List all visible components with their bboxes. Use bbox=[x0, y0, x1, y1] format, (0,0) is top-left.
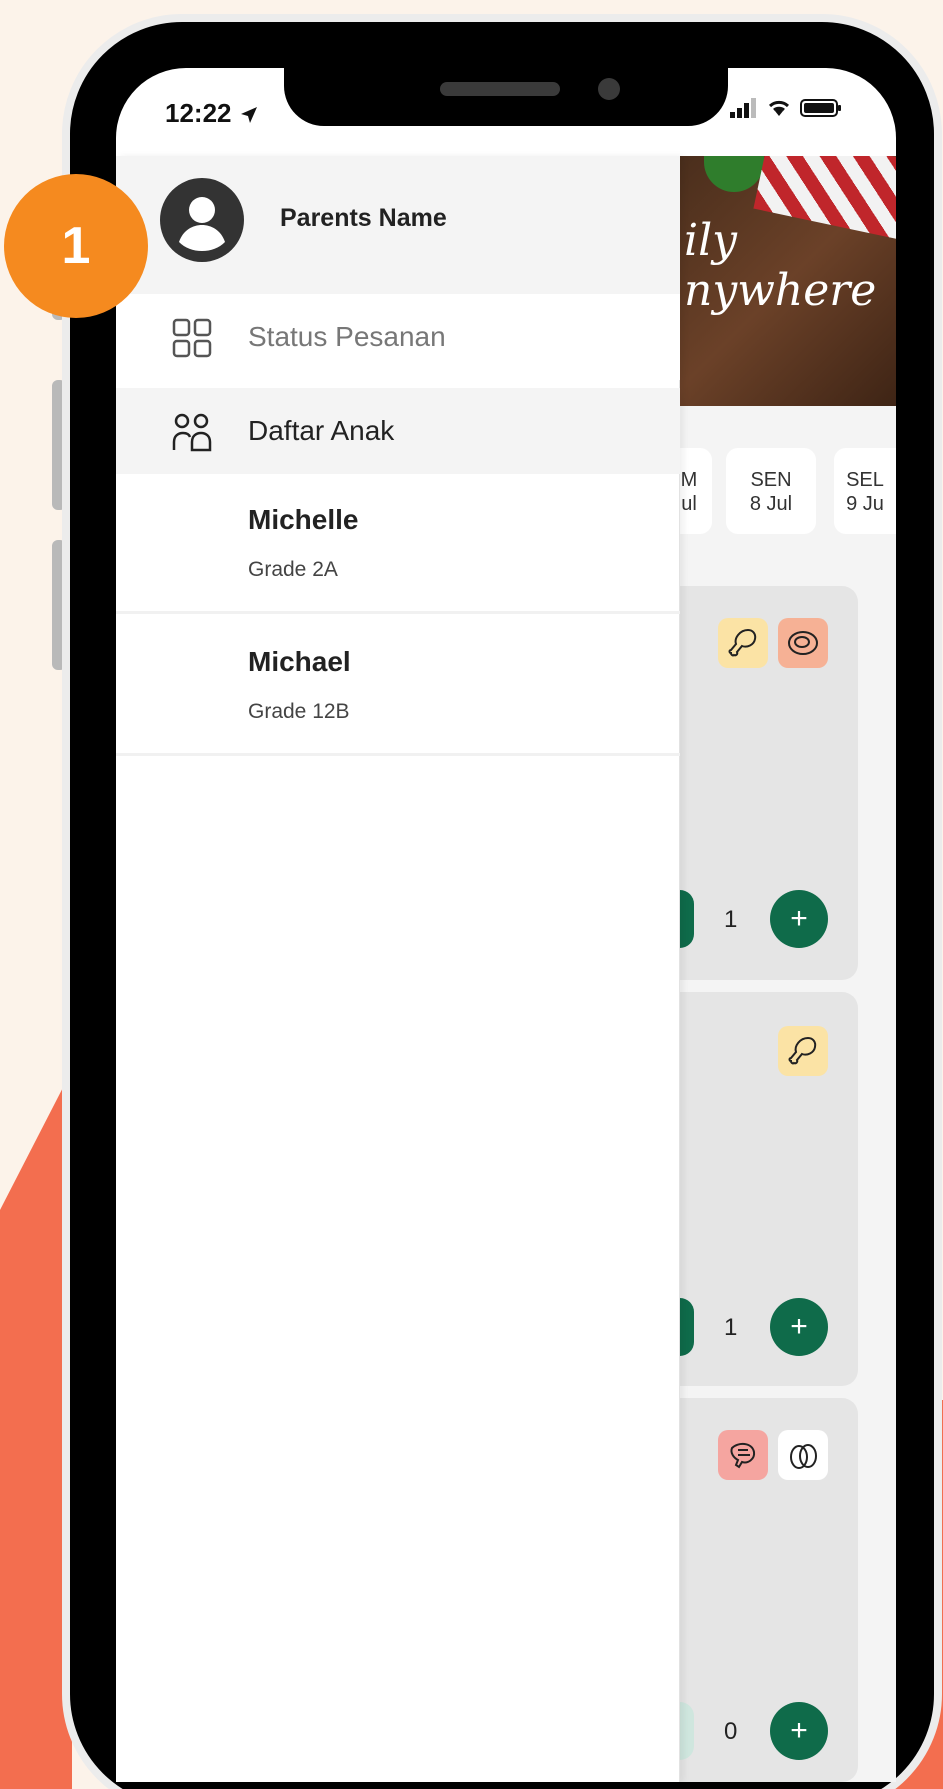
menu-card-2[interactable] bbox=[680, 992, 858, 1386]
banner-text-line-1: ily bbox=[684, 215, 738, 266]
signal-icon bbox=[730, 98, 756, 118]
menu-card-3[interactable] bbox=[680, 1398, 858, 1782]
phone-camera bbox=[598, 78, 620, 100]
user-avatar-icon bbox=[160, 178, 244, 262]
child-item-michael[interactable]: Michael Grade 12B bbox=[116, 616, 680, 756]
location-arrow-icon bbox=[240, 107, 257, 124]
decrement-button[interactable] bbox=[680, 1702, 694, 1760]
drawer-header[interactable]: Parents Name bbox=[116, 156, 680, 294]
menu-item-label: Daftar Anak bbox=[248, 415, 395, 446]
banner-text-line-2: nywhere bbox=[684, 265, 877, 316]
increment-button[interactable]: + bbox=[770, 890, 828, 948]
battery-icon bbox=[800, 99, 841, 117]
increment-button[interactable]: + bbox=[770, 1298, 828, 1356]
child-grade: Grade 2A bbox=[248, 558, 338, 581]
menu-card-1[interactable] bbox=[680, 586, 858, 980]
increment-button[interactable]: + bbox=[770, 1702, 828, 1760]
meat-icon bbox=[778, 618, 828, 668]
child-item-michelle[interactable]: Michelle Grade 2A bbox=[116, 474, 680, 614]
day-chip-label: SEN bbox=[750, 469, 792, 491]
child-grade: Grade 12B bbox=[248, 700, 350, 723]
chicken-icon bbox=[778, 1026, 828, 1076]
child-name: Michelle bbox=[248, 504, 359, 535]
people-icon bbox=[172, 413, 212, 452]
status-time-text: 12:22 bbox=[165, 98, 232, 128]
avatar[interactable] bbox=[160, 178, 244, 262]
day-chip-date: 8 Jul bbox=[749, 493, 793, 515]
quantity-value: 0 bbox=[724, 1718, 738, 1745]
decrement-button[interactable] bbox=[680, 890, 694, 948]
day-chip-sen[interactable]: SEN 8 Jul bbox=[726, 448, 816, 534]
menu-item-daftar-anak[interactable]: Daftar Anak bbox=[116, 388, 680, 474]
day-chip-sel[interactable]: SEL 9 Ju bbox=[834, 448, 896, 534]
step-badge: 1 bbox=[4, 174, 148, 318]
child-name: Michael bbox=[248, 646, 351, 677]
day-chip-label: SEL bbox=[846, 469, 884, 491]
grid-icon bbox=[172, 318, 212, 358]
decrement-button[interactable] bbox=[680, 1298, 694, 1356]
status-time: 12:22 bbox=[165, 98, 259, 129]
promo-banner: ily nywhere bbox=[680, 156, 896, 406]
menu-item-status-pesanan[interactable]: Status Pesanan bbox=[116, 294, 680, 380]
egg-icon bbox=[778, 1430, 828, 1480]
banner-text: ily nywhere bbox=[684, 216, 876, 316]
status-indicators bbox=[730, 98, 842, 118]
day-chip-date: 9 Ju bbox=[846, 493, 884, 515]
shrimp-icon bbox=[718, 1430, 768, 1480]
wifi-icon bbox=[768, 100, 790, 116]
chicken-icon bbox=[718, 618, 768, 668]
quantity-value: 1 bbox=[724, 906, 738, 933]
banner-herb-bowl bbox=[704, 156, 764, 192]
phone-speaker bbox=[440, 82, 560, 96]
menu-item-label: Status Pesanan bbox=[248, 321, 446, 352]
quantity-value: 1 bbox=[724, 1314, 738, 1341]
parent-name: Parents Name bbox=[280, 204, 447, 232]
navigation-drawer: Parents Name Status Pesanan Daftar Anak … bbox=[116, 156, 680, 1782]
